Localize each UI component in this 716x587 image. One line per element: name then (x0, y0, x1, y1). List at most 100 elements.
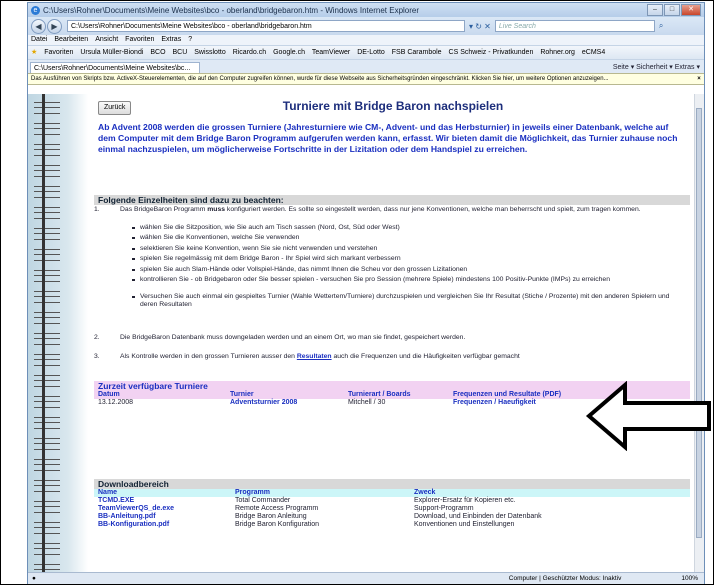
list-item: selektieren Sie keine Konvention, wenn S… (132, 245, 688, 253)
minimize-button[interactable]: – (647, 4, 663, 16)
address-bar: ◀ ▶ C:\Users\Rohner\Documents\Meine Webs… (28, 17, 704, 35)
download-link[interactable]: TeamViewerQS_de.exe (98, 505, 174, 513)
downloads-table: Downloadbereich Name Programm Zweck TCMD… (94, 479, 690, 529)
tab-bar: C:\Users\Rohner\Documents\Meine Websites… (28, 59, 704, 73)
window-title: C:\Users\Rohner\Documents\Meine Websites… (43, 5, 420, 15)
item-2-text: Die BridgeBaron Datenbank muss downgelad… (120, 334, 466, 341)
item-1-text-a: Das BridgeBaron Programm (120, 206, 208, 213)
table-row: BB-Konfiguration.pdf Bridge Baron Konfig… (94, 521, 690, 529)
item-number: 2. (94, 334, 100, 341)
col-turnierart: Turnierart / Boards (348, 391, 411, 398)
item-number: 1. (94, 206, 100, 213)
fav-item[interactable]: Favoriten (44, 49, 73, 56)
fav-item[interactable]: BCU (172, 49, 187, 56)
status-icon: ● (32, 575, 36, 582)
security-zone[interactable]: Computer | Geschützter Modus: Inaktiv (509, 573, 622, 584)
table-header: Name Programm Zweck (94, 489, 690, 497)
fav-item[interactable]: Swisslotto (194, 49, 226, 56)
fav-item[interactable]: TeamViewer (312, 49, 350, 56)
menu-item-help[interactable]: ? (188, 35, 192, 45)
close-icon[interactable]: × (694, 74, 704, 84)
item-1-text: Das BridgeBaron Programm muss konfigurie… (120, 206, 688, 214)
cell-type: Mitchell / 30 (348, 399, 386, 406)
cell-programm: Remote Access Programm (235, 505, 319, 512)
menu-item-extras[interactable]: Extras (161, 35, 181, 45)
col-name: Name (98, 489, 118, 496)
item-3-text-b: auch die Frequenzen und die Häufigkeiten… (331, 353, 520, 360)
item-3-text: Als Kontrolle werden in den grossen Turn… (120, 353, 688, 361)
cell-programm: Bridge Baron Konfiguration (235, 521, 320, 528)
forward-arrow-icon[interactable]: ▶ (47, 18, 62, 34)
window-controls: – □ ✕ (646, 4, 701, 16)
back-arrow-icon[interactable]: ◀ (31, 18, 46, 34)
haeufigkeit-link[interactable]: Haeufigkeit (498, 399, 536, 406)
screenshot-frame: e C:\Users\Rohner\Documents\Meine Websit… (0, 0, 714, 585)
download-link[interactable]: BB-Anleitung.pdf (98, 513, 156, 521)
intro-text: Ab Advent 2008 werden die grossen Turnie… (98, 122, 688, 155)
list-item: spielen Sie auch Slam-Hände oder Vollspi… (132, 266, 688, 274)
annotation-arrow-icon (585, 381, 711, 451)
ie-icon: e (31, 5, 40, 15)
scrollbar-thumb[interactable] (696, 108, 702, 538)
list-item: Versuchen Sie auch einmal ein gespieltes… (132, 293, 688, 309)
vertical-scrollbar[interactable] (694, 94, 704, 575)
list-item: spielen Sie regelmässig mit dem Bridge B… (132, 255, 688, 263)
table-title: Downloadbereich (94, 479, 690, 489)
fav-item[interactable]: Ricardo.ch (233, 49, 266, 56)
menu-item-datei[interactable]: Datei (31, 35, 47, 45)
downloads-title: Downloadbereich (98, 479, 169, 489)
cell-zweck: Explorer-Ersatz für Kopieren etc. (414, 497, 516, 504)
item-number: 3. (94, 353, 100, 360)
security-info-bar[interactable]: Das Ausführen von Skripts bzw. ActiveX-S… (28, 73, 704, 85)
fav-item[interactable]: BCO (150, 49, 165, 56)
maximize-button[interactable]: □ (664, 4, 680, 16)
favorites-bar: ★ Favoriten Ursula Müller-Biondi BCO BCU… (28, 45, 704, 59)
search-icon[interactable]: ⌕ (659, 21, 663, 31)
command-bar[interactable]: Seite ▾ Sicherheit ▾ Extras ▾ (613, 62, 704, 73)
info-bar-text[interactable]: Das Ausführen von Skripts bzw. ActiveX-S… (31, 74, 694, 84)
search-input[interactable]: Live Search (494, 20, 655, 32)
table-row: TCMD.EXE Total Commander Explorer-Ersatz… (94, 497, 690, 505)
table-row: TeamViewerQS_de.exe Remote Access Progra… (94, 505, 690, 513)
menu-item-bearbeiten[interactable]: Bearbeiten (54, 35, 88, 45)
frequenzen-link[interactable]: Frequenzen (453, 399, 492, 406)
url-input[interactable]: C:\Users\Rohner\Documents\Meine Websites… (67, 20, 465, 32)
download-link[interactable]: BB-Konfiguration.pdf (98, 521, 169, 529)
back-button[interactable]: Zurück (98, 101, 132, 115)
col-programm: Programm (235, 489, 271, 496)
cell-zweck: Support-Programm (414, 505, 474, 512)
list-item: wählen Sie die Konventionen, welche Sie … (132, 234, 688, 242)
col-zweck: Zweck (414, 489, 436, 496)
close-button[interactable]: ✕ (681, 4, 701, 16)
browser-window: e C:\Users\Rohner\Documents\Meine Websit… (27, 2, 705, 584)
fav-item[interactable]: Google.ch (273, 49, 305, 56)
section-heading: Folgende Einzelheiten sind dazu zu beach… (94, 195, 690, 205)
item-3-text-a: Als Kontrolle werden in den grossen Turn… (120, 353, 297, 360)
tournament-link[interactable]: Adventsturnier 2008 (230, 399, 297, 407)
download-link[interactable]: TCMD.EXE (98, 497, 134, 505)
fav-item[interactable]: DE-Lotto (357, 49, 385, 56)
status-bar: ● Computer | Geschützter Modus: Inaktiv … (28, 572, 704, 584)
refresh-stop-icons[interactable]: ▾ ↻ ✕ (469, 22, 491, 31)
zoom-level[interactable]: 100% (681, 573, 698, 584)
fav-item[interactable]: CS Schweiz - Privatkunden (449, 49, 534, 56)
tournaments-title: Zurzeit verfügbare Turniere (98, 381, 208, 391)
item-1-bold: muss (207, 206, 226, 213)
cell-zweck: Konventionen und Einstellungen (414, 521, 515, 528)
fav-item[interactable]: Rohner.org (540, 49, 575, 56)
page-title: Turniere mit Bridge Baron nachspielen (282, 99, 504, 113)
menu-item-ansicht[interactable]: Ansicht (95, 35, 118, 45)
menu-bar: Datei Bearbeiten Ansicht Favoriten Extra… (28, 35, 704, 45)
fav-item[interactable]: FSB Carambole (392, 49, 442, 56)
fav-item[interactable]: eCMS4 (582, 49, 605, 56)
resultate-link[interactable]: Resultaten (297, 353, 332, 360)
menu-item-favoriten[interactable]: Favoriten (125, 35, 154, 45)
title-bar: e C:\Users\Rohner\Documents\Meine Websit… (28, 3, 704, 17)
item-1-text-b: konfiguriert werden. Es sollte so einges… (225, 206, 641, 213)
tab-current[interactable]: C:\Users\Rohner\Documents\Meine Websites… (30, 62, 200, 73)
spiral-binding-decoration (34, 94, 60, 575)
col-turnier: Turnier (230, 391, 254, 398)
fav-item[interactable]: Ursula Müller-Biondi (80, 49, 143, 56)
cell-date: 13.12.2008 (98, 399, 134, 406)
col-frequenzen: Frequenzen und Resultate (PDF) (453, 391, 562, 398)
